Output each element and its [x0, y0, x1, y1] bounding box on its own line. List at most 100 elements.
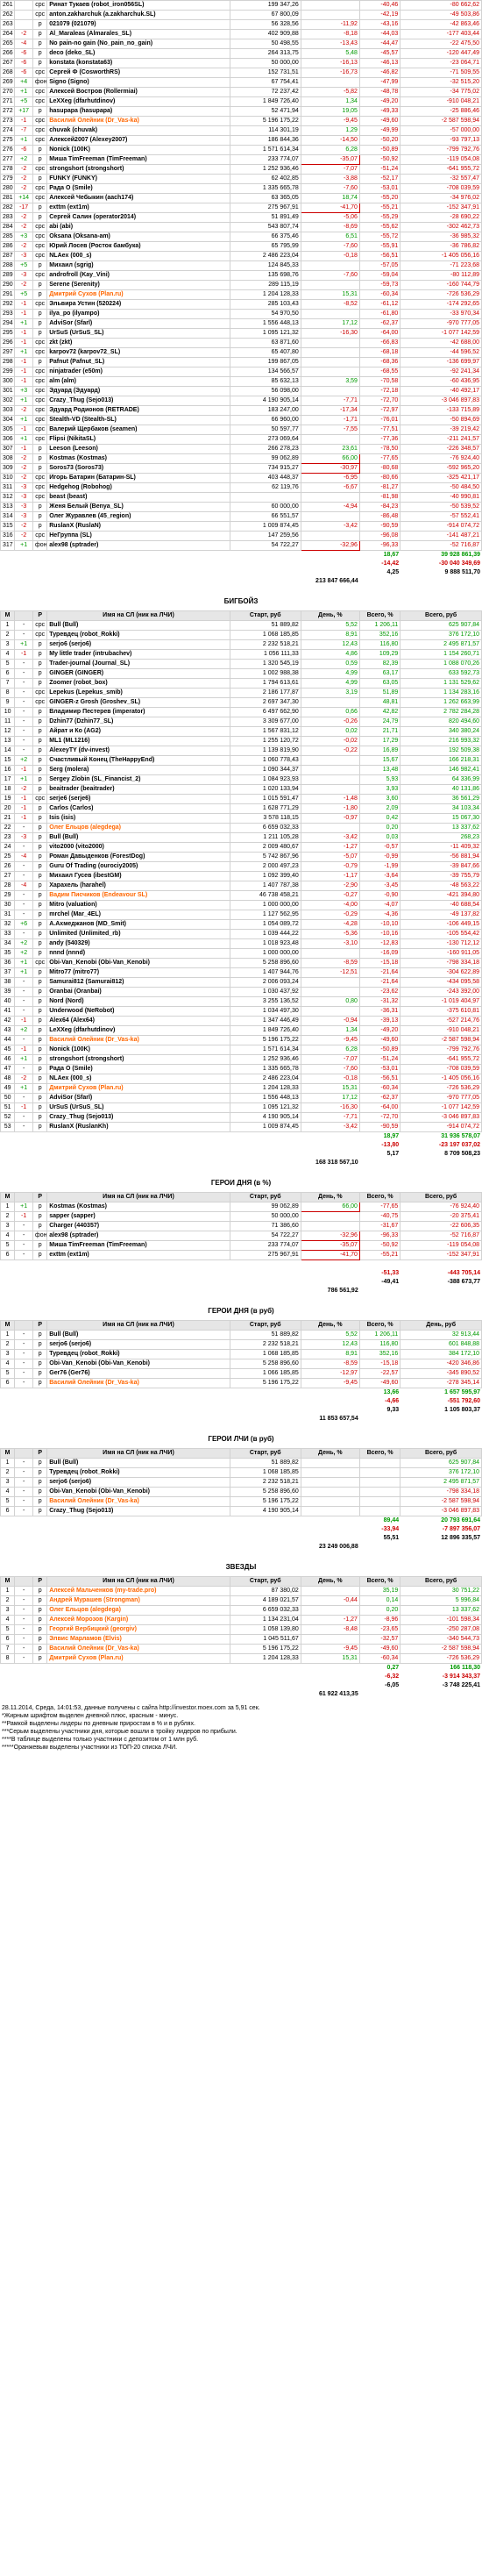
participant-name-cell[interactable]: Kostmas (Kostmas) — [46, 1202, 230, 1212]
participant-name-cell[interactable]: Lepekus (Lepekus_smib) — [46, 688, 230, 698]
participant-name-cell[interactable]: Bull (Bull) — [46, 1458, 230, 1468]
participant-name-cell[interactable]: Михаил (sgrig) — [46, 260, 230, 271]
participant-name-cell[interactable]: GINGER (GINGER) — [46, 668, 230, 679]
column-header[interactable]: День, % — [300, 1576, 360, 1587]
participant-name-cell[interactable]: Олег Ельцов (alegdega) — [46, 823, 230, 833]
participant-name-cell[interactable]: Crazy_Thug (Sejo013) — [46, 396, 230, 406]
participant-name-cell[interactable]: Олег Ельцов (alegdega) — [46, 1605, 230, 1616]
column-header[interactable]: Р — [32, 1576, 48, 1587]
participant-name-cell[interactable]: Nonick (100K) — [46, 145, 230, 155]
participant-name-cell[interactable]: Юрий Лосев (Росток бамбука) — [46, 241, 230, 252]
participant-name-cell[interactable]: Dzhin77 (Dzhin77_SL) — [46, 717, 230, 727]
column-header[interactable]: Р — [32, 1448, 48, 1459]
column-header[interactable]: М — [0, 610, 16, 621]
participant-name-cell[interactable]: Василий Олейник (Dr_Vas-ka) — [46, 116, 230, 126]
participant-name-cell[interactable]: Isis (isis) — [46, 813, 230, 824]
participant-name-cell[interactable]: Pafnut (Pafnut_SL) — [46, 357, 230, 367]
participant-name-cell[interactable]: Samurai812 (Samurai812) — [46, 977, 230, 988]
column-header[interactable]: Всего, % — [358, 1320, 401, 1331]
participant-name-cell[interactable]: Василий Олейник (Dr_Vas-ka) — [46, 1035, 230, 1045]
column-header[interactable] — [14, 1192, 34, 1202]
participant-name-cell[interactable]: exttm (ext1m) — [46, 1250, 230, 1260]
column-header[interactable]: Всего, руб — [400, 1448, 482, 1459]
participant-name-cell[interactable]: Дмитрий Сухов (Plan.ru) — [46, 1653, 230, 1664]
participant-name-cell[interactable]: Алексей Чебыкин (aach174) — [46, 193, 230, 203]
column-header[interactable]: День, % — [300, 1448, 360, 1459]
participant-name-cell[interactable]: serjo6 (serjo6) — [46, 1339, 230, 1350]
column-header[interactable]: Р — [32, 1192, 48, 1202]
participant-name-cell[interactable]: Leeson (Leeson) — [46, 444, 230, 454]
column-header[interactable]: Всего, % — [358, 1576, 401, 1587]
participant-name-cell[interactable]: LeXXeg (dfarhutdinov) — [46, 96, 230, 107]
participant-name-cell[interactable]: Ger76 (Ger76) — [46, 1368, 230, 1379]
participant-name-cell[interactable]: strongshort (strongshort) — [46, 1054, 230, 1065]
participant-name-cell[interactable]: Zoomer (robot_box) — [46, 678, 230, 689]
participant-name-cell[interactable]: Charger (440357) — [46, 1221, 230, 1231]
participant-name-cell[interactable]: Эльвира Устин (520224) — [46, 299, 230, 310]
participant-name-cell[interactable]: abi (abi) — [46, 222, 230, 232]
participant-name-cell[interactable]: ninjatrader (e50m) — [46, 367, 230, 377]
participant-name-cell[interactable]: Mitro77 (mitro77) — [46, 967, 230, 978]
participant-name-cell[interactable]: Миша TimFreeman (TimFreeman) — [46, 1240, 230, 1251]
participant-name-cell[interactable]: Василий Олейник (Dr_Vas-ka) — [46, 1496, 230, 1507]
participant-name-cell[interactable]: Дмитрий Сухов (Plan.ru) — [46, 1083, 230, 1094]
participant-name-cell[interactable]: Алексей Морозов (Kargin) — [46, 1615, 230, 1625]
participant-name-cell[interactable]: sapper (sapper) — [46, 1211, 230, 1222]
participant-name-cell[interactable]: Ринат Тукаев (robot_iron056SL) — [46, 0, 230, 11]
participant-name-cell[interactable]: Валерий Щербаков (seamen) — [46, 425, 230, 435]
participant-name-cell[interactable]: exttm (ext1m) — [46, 203, 230, 213]
participant-name-cell[interactable]: Serene (Serenity) — [46, 280, 230, 290]
participant-name-cell[interactable]: alm (alm) — [46, 376, 230, 387]
participant-name-cell[interactable]: Flipsi (NikitaSL) — [46, 434, 230, 445]
participant-name-cell[interactable]: Георгий Вербицкий (georgiv) — [46, 1624, 230, 1635]
participant-name-cell[interactable]: Айрат и Ко (AG2) — [46, 726, 230, 737]
participant-name-cell[interactable]: AdviSor (Sfarl) — [46, 318, 230, 329]
participant-name-cell[interactable]: Obi-Van_Kenobi (Obi-Van_Kenobi) — [46, 1487, 230, 1497]
participant-name-cell[interactable]: Stealth-VD (Stealth-SL) — [46, 415, 230, 425]
column-header[interactable]: М — [0, 1192, 16, 1202]
participant-name-cell[interactable]: ilya_po (ilyampo) — [46, 309, 230, 319]
participant-name-cell[interactable]: Obi-Van_Kenobi (Obi-Van_Kenobi) — [46, 958, 230, 968]
participant-name-cell[interactable]: Рада О (Smile) — [46, 1064, 230, 1074]
participant-name-cell[interactable]: Алексей Мальченков (my-trade.pro) — [46, 1586, 230, 1596]
participant-name-cell[interactable]: НеГруппа (SL) — [46, 531, 230, 541]
participant-name-cell[interactable]: Oranbai (Oranbai) — [46, 987, 230, 997]
column-header[interactable]: Старт, руб — [229, 1448, 301, 1459]
participant-name-cell[interactable]: А.Ахмеджанов (MD_Smit) — [46, 919, 230, 930]
participant-name-cell[interactable]: Туревдец (robot_Rokki) — [46, 1467, 230, 1478]
participant-name-cell[interactable]: nnnd (nnnd) — [46, 948, 230, 959]
participant-name-cell[interactable]: UrSuS (UrSuS_SL) — [46, 1102, 230, 1113]
participant-name-cell[interactable]: AlexeyTY (dv-invest) — [46, 746, 230, 756]
column-header[interactable]: Всего, руб — [400, 1192, 482, 1202]
column-header[interactable]: День, % — [300, 1192, 360, 1202]
column-header[interactable]: Имя на СЛ (ник на ЛЧИ) — [46, 1448, 230, 1459]
participant-name-cell[interactable]: Василий Олейник (Dr_Vas-ka) — [46, 1378, 230, 1388]
participant-name-cell[interactable]: andy (540329) — [46, 938, 230, 949]
column-header[interactable]: М — [0, 1320, 16, 1331]
participant-name-cell[interactable]: Bull (Bull) — [46, 620, 230, 631]
column-header[interactable]: М — [0, 1576, 16, 1587]
column-header[interactable]: М — [0, 1448, 16, 1459]
column-header[interactable]: Старт, руб — [229, 1576, 301, 1587]
participant-name-cell[interactable]: Crazy_Thug (Sejo013) — [46, 1112, 230, 1123]
participant-name-cell[interactable]: NLAex (000_s) — [46, 251, 230, 261]
participant-name-cell[interactable]: Счастливый Конец (TheHappyEnd) — [46, 755, 230, 766]
participant-name-cell[interactable]: vito2000 (vito2000) — [46, 842, 230, 853]
participant-name-cell[interactable]: No pain-no gain (No_pain_no_gain) — [46, 39, 230, 49]
column-header[interactable]: День, % — [300, 1320, 360, 1331]
participant-name-cell[interactable]: ML1 (ML1216) — [46, 736, 230, 746]
participant-name-cell[interactable]: Hedgehog (Robohog) — [46, 482, 230, 493]
participant-name-cell[interactable]: Алексей Востров (Rollermiai) — [46, 87, 230, 97]
participant-name-cell[interactable]: Nonick (100K) — [46, 1045, 230, 1055]
participant-name-cell[interactable]: LeXXeg (dfarhutdinov) — [46, 1025, 230, 1036]
participant-name-cell[interactable]: Signo (Signo) — [46, 77, 230, 88]
column-header[interactable]: Старт, руб — [229, 1320, 301, 1331]
participant-name-cell[interactable]: Trader-journal (Journal_SL) — [46, 659, 230, 669]
column-header[interactable]: Всего, % — [358, 1448, 401, 1459]
participant-name-cell[interactable]: Михаил Гусев (ibestGM) — [46, 871, 230, 881]
column-header[interactable]: Имя на СЛ (ник на ЛЧИ) — [46, 610, 230, 621]
participant-name-cell[interactable]: konstata (konstata63) — [46, 58, 230, 68]
participant-name-cell[interactable]: alex98 (sptrader) — [46, 1231, 230, 1241]
participant-name-cell[interactable]: Oksana (Oksana-am) — [46, 232, 230, 242]
participant-name-cell[interactable]: Nord (Nord) — [46, 996, 230, 1007]
